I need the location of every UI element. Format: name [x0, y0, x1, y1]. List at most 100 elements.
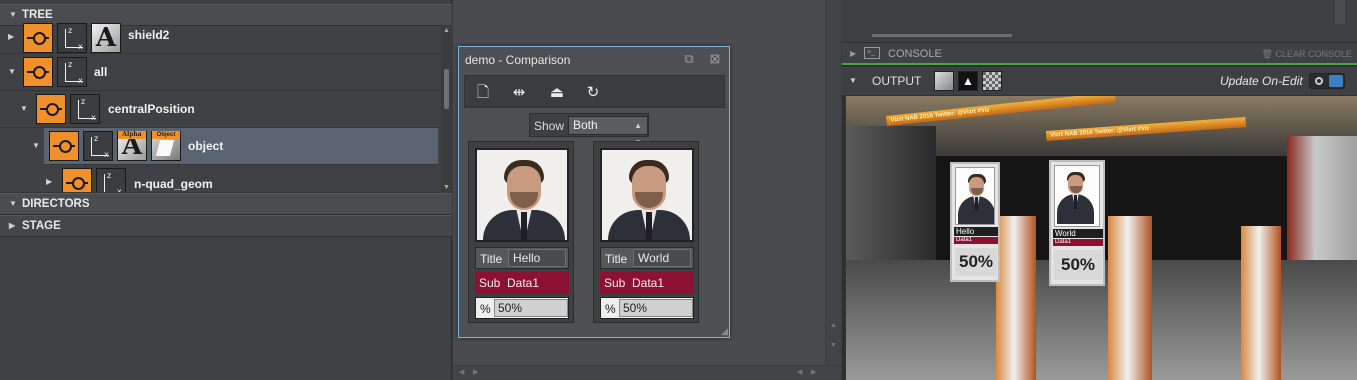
tree-row-shield2[interactable]: ▶ zx A shield2: [0, 23, 440, 54]
resize-grip-icon[interactable]: ◢: [721, 326, 728, 337]
scroll-up-icon[interactable]: ▲: [443, 27, 450, 34]
split-view-icon[interactable]: ⇹: [509, 83, 529, 103]
text-plugin-icon[interactable]: A Alpha: [117, 131, 147, 161]
tree-item-label: shield2: [128, 28, 170, 42]
collapse-arrow-icon: ▼: [9, 199, 17, 208]
scroll-right-icon[interactable]: ▶: [811, 368, 816, 376]
collapse-arrow-icon[interactable]: ▼: [20, 104, 28, 113]
axis-icon[interactable]: zx: [70, 94, 100, 124]
open-file-icon[interactable]: 🗋: [473, 83, 493, 103]
transform-container-icon[interactable]: [23, 23, 53, 53]
directors-section-header[interactable]: ▼ DIRECTORS: [0, 193, 452, 215]
stage-label: STAGE: [22, 220, 61, 232]
comparison-dialog[interactable]: demo - Comparison ⧉ ⊠ 🗋 ⇹ ⏏ ↻ Show Both …: [458, 46, 730, 338]
scene-card: Hello Data1 50%: [950, 162, 1000, 282]
scroll-left-icon[interactable]: ◀: [797, 368, 802, 376]
output-label: OUTPUT: [872, 74, 922, 88]
center-horizontal-scrollbar[interactable]: ◀ ▶ ◀ ▶: [453, 365, 841, 380]
tree-item-label: all: [94, 65, 108, 79]
transform-container-icon[interactable]: [49, 131, 79, 161]
console-bar[interactable]: ▶ >_ CONSOLE 🗑 CLEAR CONSOLE: [842, 43, 1357, 65]
image-view-icon[interactable]: [934, 71, 954, 91]
refresh-icon[interactable]: ↻: [583, 83, 603, 103]
update-on-edit-label: Update On-Edit: [1220, 74, 1303, 88]
show-dropdown[interactable]: Both ▲▼: [568, 116, 648, 147]
sub-value[interactable]: Data1: [507, 276, 539, 290]
title-input[interactable]: Hello: [508, 249, 566, 267]
show-selector-row: Show Both ▲▼: [529, 113, 649, 147]
tree-row-n-quad-geom[interactable]: ▶ zx n-quad_geom: [0, 165, 440, 193]
center-vertical-scrollbar[interactable]: ▲ ▼: [825, 0, 841, 365]
axis-icon[interactable]: zx: [57, 23, 87, 53]
scrollbar-thumb[interactable]: [444, 69, 449, 109]
expand-arrow-icon[interactable]: ▶: [850, 49, 856, 58]
transform-container-icon[interactable]: [36, 94, 66, 124]
sub-row[interactable]: Sub Data1: [475, 272, 569, 294]
axis-icon[interactable]: zx: [96, 168, 126, 192]
transform-container-icon[interactable]: [23, 57, 53, 87]
scroll-up-icon[interactable]: ▲: [830, 322, 837, 329]
tree-header-label: TREE: [22, 9, 53, 21]
sub-value[interactable]: Data1: [632, 276, 664, 290]
scene-card-title: World: [1053, 229, 1103, 238]
person-photo: [600, 148, 694, 242]
show-label: Show: [534, 119, 565, 133]
collapse-arrow-icon[interactable]: ▼: [849, 76, 857, 85]
right-panel: ▶ >_ CONSOLE 🗑 CLEAR CONSOLE ▼ OUTPUT ▲ …: [842, 0, 1357, 380]
clear-console-button[interactable]: 🗑 CLEAR CONSOLE: [1262, 49, 1352, 60]
update-on-edit-toggle[interactable]: [1309, 73, 1345, 89]
scene-card-percent: 50%: [955, 248, 997, 276]
object-badge: Object: [152, 131, 180, 139]
toggle-off-icon: [1315, 77, 1323, 85]
person-photo: [475, 148, 569, 242]
percent-input[interactable]: 50%: [494, 299, 568, 317]
popout-icon[interactable]: ⧉: [681, 51, 697, 67]
key-view-icon[interactable]: ▲: [958, 71, 978, 91]
tree-item-label: centralPosition: [108, 102, 195, 116]
percent-label: %: [605, 302, 616, 316]
tree-row-object[interactable]: ▼ zx A Alpha Object object: [32, 128, 438, 165]
stage-section-header[interactable]: ▶ STAGE: [0, 215, 452, 237]
upper-panel-hscroll-thumb[interactable]: [872, 34, 1012, 37]
comparison-card: Title World Sub Data1 % 50%: [593, 141, 699, 323]
directors-label: DIRECTORS: [22, 198, 90, 210]
scene-card-percent: 50%: [1054, 250, 1102, 280]
scroll-right-icon[interactable]: ▶: [473, 368, 478, 376]
tree-row-all[interactable]: ▼ zx all: [0, 54, 440, 91]
output-render-view[interactable]: Vizrt NAB 2016 Twitter: @Vizrt #Viz Vizr…: [846, 96, 1357, 380]
scene-card: World Data1 50%: [1049, 160, 1105, 286]
expand-arrow-icon: ▶: [9, 221, 16, 230]
scene-card-title: Hello: [954, 227, 998, 236]
tree-row-centralposition[interactable]: ▼ zx centralPosition: [0, 91, 440, 128]
checkerboard-icon[interactable]: [982, 71, 1002, 91]
text-plugin-icon[interactable]: A: [91, 23, 121, 53]
title-label: Title: [605, 252, 628, 266]
scroll-left-icon[interactable]: ◀: [459, 368, 464, 376]
tree-scrollbar[interactable]: ▲ ▼: [441, 25, 452, 193]
upper-panel-scrollbar[interactable]: [1335, 0, 1345, 24]
sub-row[interactable]: Sub Data1: [600, 272, 694, 294]
scroll-down-icon[interactable]: ▼: [443, 184, 450, 191]
alpha-badge: Alpha: [118, 131, 146, 139]
scroll-down-icon[interactable]: ▼: [830, 342, 837, 349]
scene-card-photo: [955, 167, 995, 225]
close-window-icon[interactable]: ⊠: [707, 51, 723, 67]
percent-label: %: [480, 302, 491, 316]
scene-card-photo: [1054, 165, 1100, 227]
image-plugin-icon[interactable]: Object: [151, 131, 181, 161]
percent-row: % 50%: [600, 297, 694, 319]
percent-input[interactable]: 50%: [619, 299, 693, 317]
eject-icon[interactable]: ⏏: [547, 83, 567, 103]
transform-container-icon[interactable]: [62, 168, 92, 192]
clear-console-label: CLEAR CONSOLE: [1275, 49, 1352, 59]
collapse-arrow-icon[interactable]: ▼: [8, 67, 16, 76]
console-label: CONSOLE: [888, 48, 942, 60]
comparison-card: Title Hello Sub Data1 % 50%: [468, 141, 574, 323]
expand-arrow-icon[interactable]: ▶: [8, 32, 14, 41]
expand-arrow-icon[interactable]: ▶: [46, 177, 52, 186]
collapse-arrow-icon[interactable]: ▼: [32, 141, 40, 150]
title-input[interactable]: World: [633, 249, 691, 267]
dialog-toolbar: 🗋 ⇹ ⏏ ↻: [464, 75, 725, 108]
axis-icon[interactable]: zx: [57, 57, 87, 87]
axis-icon[interactable]: zx: [83, 131, 113, 161]
